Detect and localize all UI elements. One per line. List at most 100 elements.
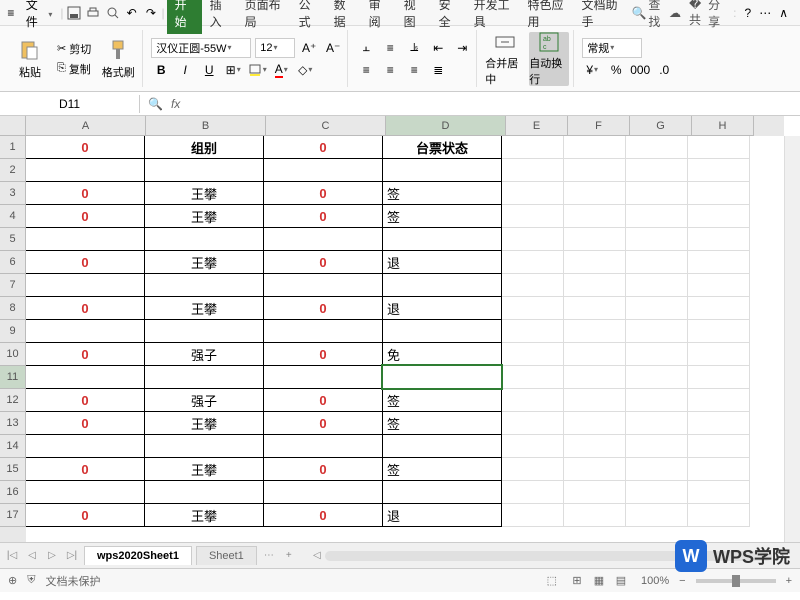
options-icon[interactable]: ⊕ [8,574,17,587]
cell[interactable]: 王攀 [144,503,264,527]
cell[interactable] [263,273,383,297]
col-header-B[interactable]: B [146,116,266,136]
share-button[interactable]: �共分享 [689,0,725,30]
cell[interactable]: 0 [26,204,145,228]
tab-data[interactable]: 数据 [326,0,361,34]
cell[interactable]: 0 [263,204,383,228]
cell[interactable]: 0 [263,250,383,274]
cell[interactable] [564,504,626,527]
cell[interactable] [502,412,564,435]
cell[interactable]: 退 [382,250,502,274]
sheet-tab-other[interactable]: Sheet1 [196,546,257,565]
bold-button[interactable]: B [151,60,171,80]
formula-input-area[interactable]: 🔍 fx [140,97,800,111]
hscroll-right-icon[interactable]: ▷ [772,548,788,564]
cell[interactable]: 0 [26,250,145,274]
save-icon[interactable] [66,3,83,23]
decimal-increase-icon[interactable]: .0 [654,60,674,80]
cell[interactable] [626,159,688,182]
search-button[interactable]: 🔍查找 [631,0,660,30]
cell[interactable] [382,480,502,504]
cell[interactable] [626,182,688,205]
fx-icon[interactable]: fx [171,97,180,111]
cell[interactable]: 签 [382,181,502,205]
cell[interactable]: 退 [382,503,502,527]
cell[interactable] [144,365,264,389]
row-header-3[interactable]: 3 [0,182,26,205]
cell[interactable]: 强子 [144,342,264,366]
cell[interactable] [564,412,626,435]
cell[interactable] [144,227,264,251]
cell[interactable] [564,366,626,389]
tab-layout[interactable]: 页面布局 [237,0,291,34]
cell[interactable]: 签 [382,411,502,435]
cell[interactable] [382,273,502,297]
align-middle-icon[interactable]: ≡ [380,38,400,58]
col-header-H[interactable]: H [692,116,754,136]
row-header-4[interactable]: 4 [0,205,26,228]
row-header-16[interactable]: 16 [0,481,26,504]
row-header-7[interactable]: 7 [0,274,26,297]
auto-wrap-button[interactable]: abc 自动换行 [529,32,569,86]
indent-increase-icon[interactable]: ⇥ [452,38,472,58]
cell[interactable] [626,389,688,412]
zoom-level[interactable]: 100% [641,575,669,587]
cell[interactable] [688,366,750,389]
sheet-last-icon[interactable]: ▷| [64,548,80,564]
protect-status[interactable]: 文档未保护 [45,573,100,589]
merge-center-button[interactable]: 合并居中 [485,32,525,86]
sheet-more-icon[interactable]: ⋯ [261,548,277,564]
cell[interactable]: 签 [382,388,502,412]
cell[interactable] [382,365,502,389]
normal-view-icon[interactable]: ⊞ [567,572,587,590]
paste-button[interactable]: 粘贴 [10,32,50,86]
zoom-out-icon[interactable]: − [679,575,685,587]
cell[interactable] [626,228,688,251]
cell[interactable] [564,297,626,320]
zoom-in-icon[interactable]: + [786,575,792,587]
cell[interactable]: 王攀 [144,250,264,274]
cell[interactable] [502,481,564,504]
cell[interactable] [502,228,564,251]
cell[interactable] [626,343,688,366]
more-icon[interactable]: ⋯ [759,6,771,20]
cell[interactable] [688,343,750,366]
row-header-6[interactable]: 6 [0,251,26,274]
col-header-D[interactable]: D [386,116,506,136]
copy-button[interactable]: ⎘复制 [54,60,94,78]
align-bottom-icon[interactable]: ⫡ [404,38,424,58]
cell[interactable]: 0 [263,503,383,527]
tab-review[interactable]: 审阅 [361,0,396,34]
cell[interactable] [382,319,502,343]
row-header-17[interactable]: 17 [0,504,26,527]
insert-fn-icon[interactable]: 🔍 [148,97,163,111]
hscroll-left-icon[interactable]: ◁ [309,548,325,564]
cell[interactable] [144,158,264,182]
horizontal-scroll-area[interactable]: ◁ ▷ [301,548,796,564]
cell[interactable] [382,227,502,251]
cell[interactable] [263,319,383,343]
tab-security[interactable]: 安全 [431,0,466,34]
add-sheet-icon[interactable]: + [281,548,297,564]
cell[interactable]: 台票状态 [382,136,502,159]
row-header-15[interactable]: 15 [0,458,26,481]
cell[interactable]: 0 [263,136,383,159]
cell[interactable] [502,251,564,274]
cell[interactable] [688,205,750,228]
cell[interactable]: 签 [382,457,502,481]
indent-decrease-icon[interactable]: ⇤ [428,38,448,58]
cell[interactable] [502,343,564,366]
cell[interactable] [26,319,145,343]
row-header-1[interactable]: 1 [0,136,26,159]
cell[interactable]: 0 [263,296,383,320]
cell[interactable] [688,251,750,274]
cell[interactable]: 0 [26,411,145,435]
format-painter-button[interactable]: 格式刷 [98,32,138,86]
align-right-icon[interactable]: ≡ [404,60,424,80]
cell[interactable] [688,435,750,458]
tab-view[interactable]: 视图 [396,0,431,34]
cell[interactable] [564,251,626,274]
cell[interactable]: 0 [26,457,145,481]
cell[interactable] [688,136,750,159]
cell[interactable] [502,320,564,343]
